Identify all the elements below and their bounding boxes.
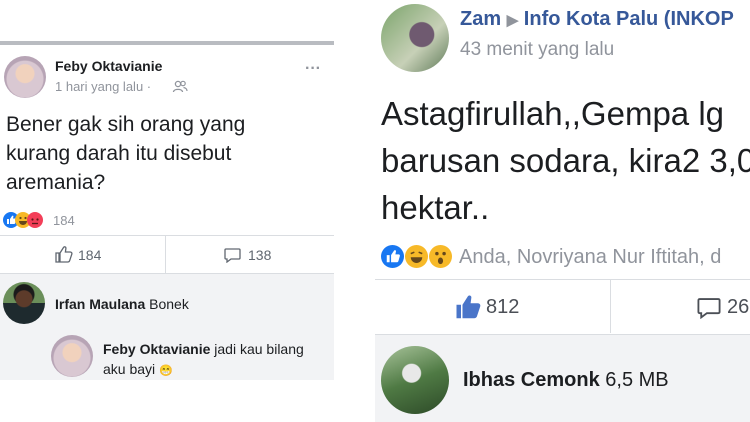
comment-text: 6,5 MB bbox=[605, 369, 669, 391]
comment-button[interactable]: 138 bbox=[166, 236, 334, 273]
grin-emoji-icon: 😁 bbox=[159, 365, 173, 377]
comment-button[interactable]: 26 bbox=[611, 280, 750, 333]
post-time[interactable]: 1 hari yang lalu bbox=[55, 79, 143, 94]
author-avatar[interactable] bbox=[381, 4, 449, 72]
comment-icon bbox=[697, 298, 721, 319]
post-header: Zam ▶ Info Kota Palu (INKOP bbox=[460, 8, 734, 31]
post-text-line-3: aremania? bbox=[6, 171, 106, 194]
right-post: Zam ▶ Info Kota Palu (INKOP 43 menit yan… bbox=[375, 0, 750, 422]
group-name[interactable]: Info Kota Palu (INKOP bbox=[524, 8, 734, 30]
reply-author[interactable]: Feby Oktavianie bbox=[103, 341, 210, 357]
reply-avatar[interactable] bbox=[51, 335, 93, 377]
like-icon bbox=[55, 246, 73, 263]
comment-count: 138 bbox=[248, 247, 272, 263]
left-post: Feby Oktavianie 1 hari yang lalu · ··· B… bbox=[0, 0, 334, 422]
like-count: 184 bbox=[78, 247, 102, 263]
reply-text-line-1: jadi kau bilang bbox=[214, 341, 304, 357]
comment-icon bbox=[224, 248, 241, 263]
post-meta: 1 hari yang lalu · bbox=[55, 79, 151, 94]
post-text-line-1: Bener gak sih orang yang bbox=[6, 113, 246, 136]
reaction-icons[interactable] bbox=[381, 245, 461, 269]
more-options-icon[interactable]: ··· bbox=[305, 60, 321, 78]
like-reaction-icon bbox=[381, 245, 404, 268]
comment-text: Bonek bbox=[149, 296, 189, 312]
post-text: Bener gak sih orang yang kurang darah it… bbox=[6, 110, 245, 197]
divider bbox=[0, 273, 334, 274]
wow-reaction-icon bbox=[429, 245, 452, 268]
angry-reaction-icon bbox=[27, 212, 43, 228]
like-count: 812 bbox=[486, 296, 520, 318]
commenter-name[interactable]: Ibhas Cemonk bbox=[463, 369, 600, 391]
reaction-count[interactable]: 184 bbox=[53, 213, 75, 228]
reaction-names[interactable]: Anda, Novriyana Nur Iftitah, d bbox=[459, 246, 721, 269]
like-button[interactable]: 812 bbox=[375, 280, 610, 333]
post-text-line-2: barusan sodara, kira2 3,0 bbox=[381, 142, 750, 179]
comment-count: 26 bbox=[727, 296, 750, 318]
comment-1: Irfan Maulana Bonek bbox=[55, 296, 189, 312]
comments-section: Ibhas Cemonk 6,5 MB bbox=[375, 334, 750, 422]
post-text-line-3: hektar.. bbox=[381, 189, 490, 226]
top-divider bbox=[0, 41, 334, 45]
comments-section: Irfan Maulana Bonek Feby Oktavianie jadi… bbox=[0, 273, 334, 380]
comment-1: Ibhas Cemonk 6,5 MB bbox=[463, 369, 669, 392]
author-name[interactable]: Feby Oktavianie bbox=[55, 58, 162, 74]
like-button[interactable]: 184 bbox=[0, 236, 165, 273]
haha-reaction-icon bbox=[405, 245, 428, 268]
divider bbox=[375, 334, 750, 335]
reply-text-line-2: aku bayi bbox=[103, 361, 156, 377]
post-time[interactable]: 43 menit yang lalu bbox=[460, 39, 614, 61]
commenter-avatar[interactable] bbox=[381, 346, 449, 414]
friends-audience-icon bbox=[172, 80, 188, 93]
author-name[interactable]: Zam bbox=[460, 8, 501, 30]
commenter-avatar[interactable] bbox=[3, 282, 45, 324]
reaction-icons[interactable] bbox=[3, 212, 53, 228]
author-avatar[interactable] bbox=[4, 56, 46, 98]
reply-comment: Feby Oktavianie jadi kau bilang aku bayi… bbox=[103, 339, 328, 381]
post-text-line-1: Astagfirullah,,Gempa lg bbox=[381, 95, 725, 132]
share-arrow-icon: ▶ bbox=[506, 12, 519, 29]
post-text-line-2: kurang darah itu disebut bbox=[6, 142, 232, 165]
commenter-name[interactable]: Irfan Maulana bbox=[55, 296, 145, 312]
meta-separator: · bbox=[146, 79, 152, 94]
post-text: Astagfirullah,,Gempa lg barusan sodara, … bbox=[381, 90, 750, 231]
like-icon bbox=[456, 295, 481, 319]
collage-gap bbox=[334, 0, 375, 422]
